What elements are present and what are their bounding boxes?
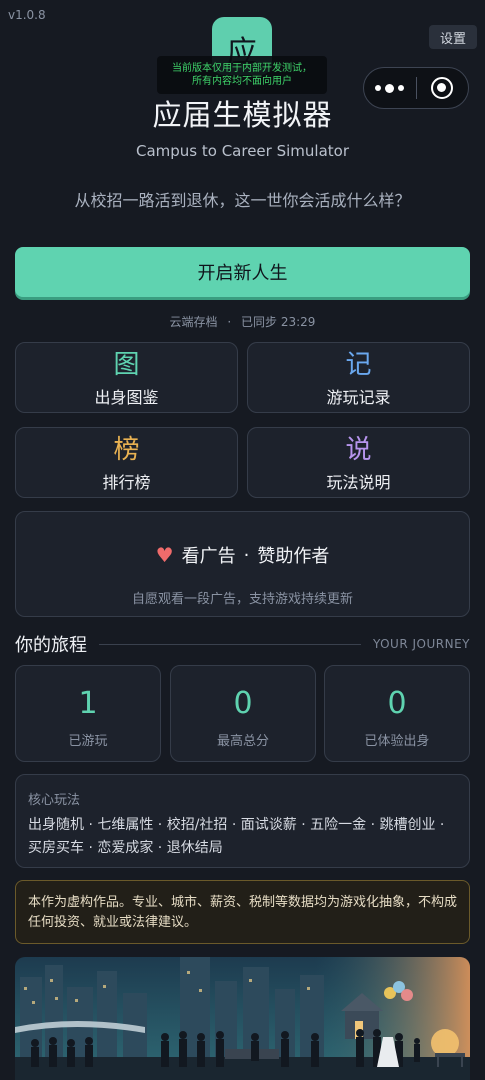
menu-tile-origins[interactable]: 图 出身图鉴 bbox=[15, 342, 238, 413]
leaderboard-icon: 榜 bbox=[113, 435, 140, 465]
stat-label: 最高总分 bbox=[216, 734, 269, 749]
dev-notice: 当前版本仅用于内部开发测试， 所有内容均不面向用户 bbox=[157, 56, 327, 94]
version-label: v1.0.8 bbox=[8, 8, 46, 22]
dev-notice-line1: 当前版本仅用于内部开发测试， bbox=[172, 63, 312, 74]
menu-tile-label: 排行榜 bbox=[102, 473, 151, 492]
page-subtitle: Campus to Career Simulator bbox=[135, 142, 349, 160]
menu-tile-label: 玩法说明 bbox=[326, 473, 391, 492]
core-gameplay-title: 核心玩法 bbox=[28, 793, 81, 808]
ad-description: 自愿观看一段广告，支持游戏持续更新 bbox=[131, 592, 353, 607]
journey-heading: 你的旅程 bbox=[15, 635, 87, 656]
menu-tile-label: 出身图鉴 bbox=[94, 388, 159, 407]
menu-tile-label: 游玩记录 bbox=[326, 388, 391, 407]
settings-button[interactable]: 设置 bbox=[429, 25, 477, 49]
journey-section-header: 你的旅程 YOUR JOURNEY bbox=[15, 632, 470, 656]
page-title: 应届生模拟器 bbox=[152, 98, 333, 132]
section-divider bbox=[99, 643, 361, 645]
stat-label: 已体验出身 bbox=[364, 734, 430, 749]
stat-label: 已游玩 bbox=[68, 734, 108, 749]
stat-value: 0 bbox=[387, 686, 407, 721]
sync-separator: · bbox=[227, 315, 232, 329]
heart-icon: ♥ bbox=[155, 543, 174, 567]
cloud-save-label: 云端存档 bbox=[169, 315, 218, 329]
sync-time: 已同步 23:29 bbox=[241, 315, 316, 329]
watch-ad-label: 看广告 bbox=[181, 546, 236, 567]
sponsor-label: 赞助作者 bbox=[257, 546, 330, 567]
core-gameplay-text: 出身随机 · 七维属性 · 校招/社招 · 面试谈薪 · 五险一金 · 跳槽创业… bbox=[28, 817, 445, 856]
core-gameplay-card: 核心玩法 出身随机 · 七维属性 · 校招/社招 · 面试谈薪 · 五险一金 ·… bbox=[15, 774, 470, 868]
watch-ad-sponsor-button[interactable]: ♥ 看广告 · 赞助作者 自愿观看一段广告，支持游戏持续更新 bbox=[15, 511, 470, 617]
tagline: 从校招一路活到退休，这一世你会活成什么样？ bbox=[74, 191, 411, 210]
stat-origins-experienced: 0 已体验出身 bbox=[324, 665, 470, 762]
stat-high-score: 0 最高总分 bbox=[170, 665, 316, 762]
records-icon: 记 bbox=[345, 350, 372, 380]
cloud-sync-status: 云端存档 · 已同步 23:29 bbox=[0, 313, 485, 330]
ad-separator: · bbox=[243, 544, 250, 566]
menu-tile-guide[interactable]: 说 玩法说明 bbox=[247, 427, 470, 498]
stat-played: 1 已游玩 bbox=[15, 665, 161, 762]
menu-tile-leaderboard[interactable]: 榜 排行榜 bbox=[15, 427, 238, 498]
stat-value: 0 bbox=[233, 686, 253, 721]
menu-tile-records[interactable]: 记 游玩记录 bbox=[247, 342, 470, 413]
origins-icon: 图 bbox=[113, 350, 140, 380]
disclaimer-notice: 本作为虚构作品。专业、城市、薪资、税制等数据均为游戏化抽象，不构成任何投资、就业… bbox=[15, 880, 470, 944]
guide-icon: 说 bbox=[345, 435, 372, 465]
city-life-illustration bbox=[15, 957, 470, 1080]
journey-heading-en: YOUR JOURNEY bbox=[372, 637, 470, 651]
dev-notice-line2: 所有内容均不面向用户 bbox=[192, 76, 292, 87]
start-new-life-button[interactable]: 开启新人生 bbox=[15, 247, 470, 297]
stat-value: 1 bbox=[78, 686, 98, 721]
